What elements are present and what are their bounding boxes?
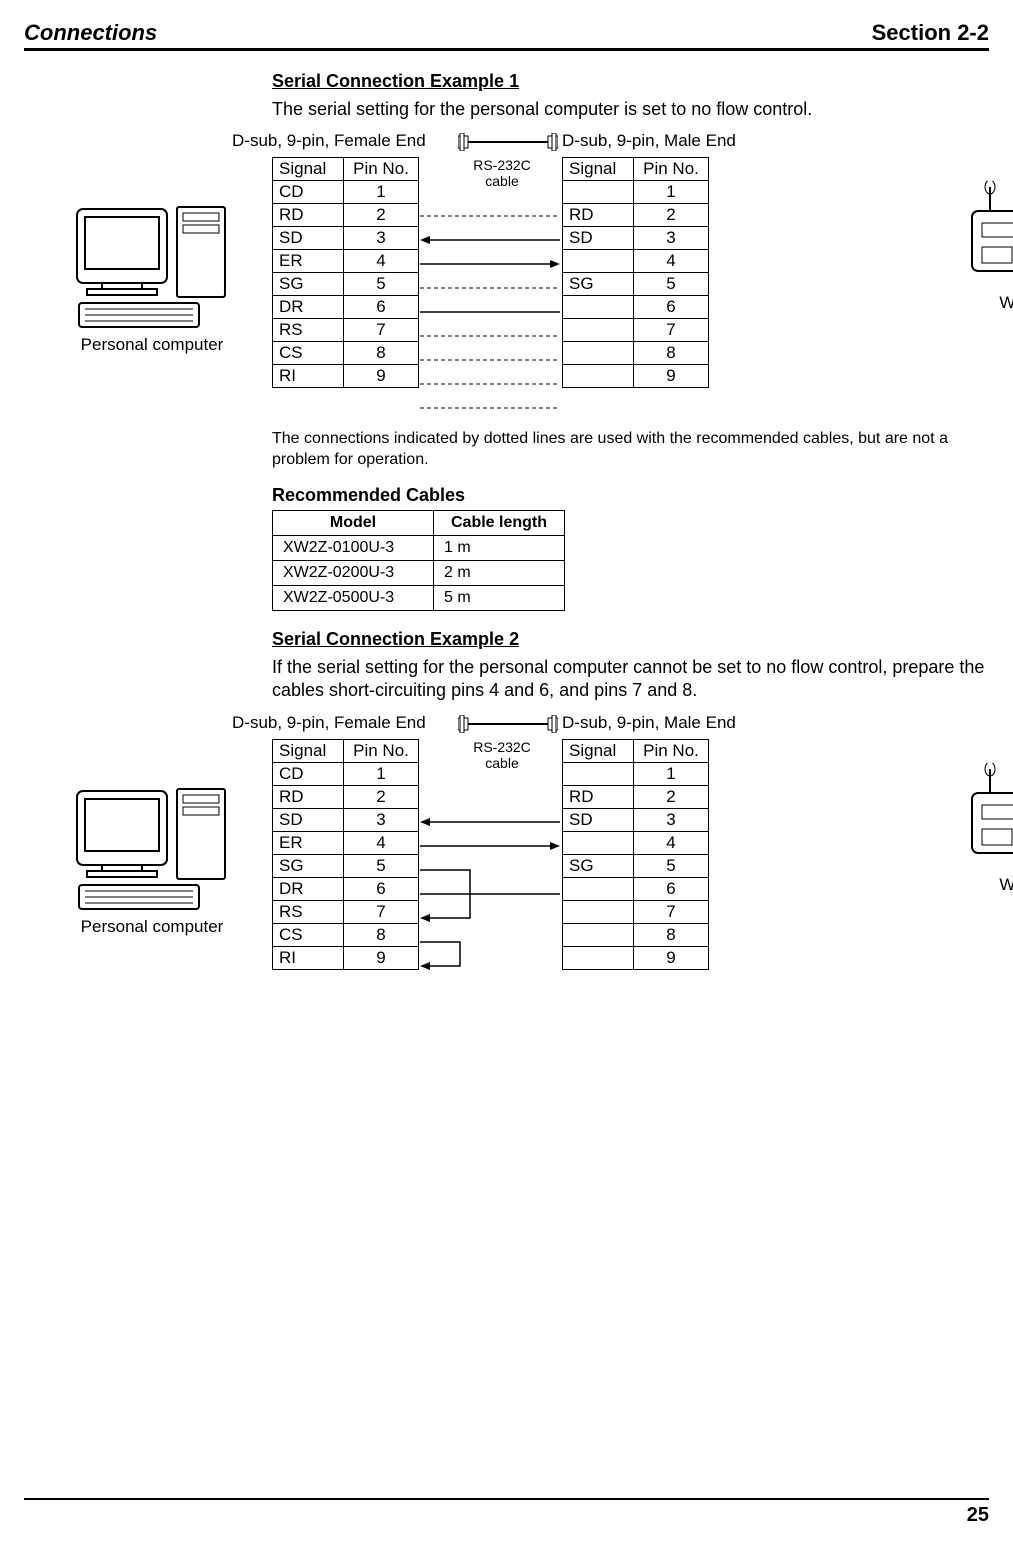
page-header: Connections Section 2-2 xyxy=(24,20,989,51)
example2-left-pin-table: SignalPin No. CD1 RD2 SD3 ER4 SG5 DR6 RS… xyxy=(272,739,419,970)
table-row: 8 xyxy=(563,342,709,365)
length-header: Cable length xyxy=(434,510,565,535)
signal-header: Signal xyxy=(563,739,634,762)
cable-connector-icon xyxy=(458,715,558,738)
page-number: 25 xyxy=(24,1498,989,1527)
table-row: 6 xyxy=(563,877,709,900)
table-row: DR6 xyxy=(273,296,419,319)
wt30-label: WT30 xyxy=(962,875,1013,895)
pin-header: Pin No. xyxy=(344,739,419,762)
pc-icon xyxy=(67,201,237,331)
table-row: XW2Z-0200U-32 m xyxy=(273,560,565,585)
example2-diagram: Personal computer WT30 D-sub, 9-pin, Fem… xyxy=(272,713,989,1003)
example1-title: Serial Connection Example 1 xyxy=(272,71,989,92)
signal-header: Signal xyxy=(273,739,344,762)
table-row: ER4 xyxy=(273,831,419,854)
table-row: SD3 xyxy=(273,227,419,250)
table-row: RS7 xyxy=(273,900,419,923)
example2-wiring-icon xyxy=(420,762,560,992)
wt30-icon xyxy=(962,181,1013,291)
table-row: 4 xyxy=(563,831,709,854)
table-row: RI9 xyxy=(273,365,419,388)
example2-right-pin-table: SignalPin No. 1 RD2 SD3 4 SG5 6 7 8 9 xyxy=(562,739,709,970)
example1-wiring-icon xyxy=(420,180,560,410)
table-row: 1 xyxy=(563,181,709,204)
table-row: 1 xyxy=(563,762,709,785)
personal-computer-illustration: Personal computer xyxy=(52,201,252,355)
header-right: Section 2-2 xyxy=(872,20,989,46)
table-row: SD3 xyxy=(563,227,709,250)
pc-icon xyxy=(67,783,237,913)
table-row: RI9 xyxy=(273,946,419,969)
table-row: 7 xyxy=(563,900,709,923)
table-row: CD1 xyxy=(273,181,419,204)
table-row: RD2 xyxy=(563,204,709,227)
model-header: Model xyxy=(273,510,434,535)
male-end-label: D-sub, 9-pin, Male End xyxy=(562,131,736,151)
table-row: CS8 xyxy=(273,923,419,946)
table-row: 9 xyxy=(563,946,709,969)
header-left: Connections xyxy=(24,20,157,46)
wt30-label: WT30 xyxy=(962,293,1013,313)
table-row: XW2Z-0100U-31 m xyxy=(273,535,565,560)
pin-header: Pin No. xyxy=(634,739,709,762)
wt30-icon xyxy=(962,763,1013,873)
example2-title: Serial Connection Example 2 xyxy=(272,629,989,650)
table-row: 9 xyxy=(563,365,709,388)
table-row: RD2 xyxy=(563,785,709,808)
table-row: RS7 xyxy=(273,319,419,342)
example1-body: The serial setting for the personal comp… xyxy=(272,98,989,121)
example1-diagram: Personal computer WT30 D-sub, 9-pin, Fem… xyxy=(272,131,989,421)
table-row: 7 xyxy=(563,319,709,342)
male-end-label: D-sub, 9-pin, Male End xyxy=(562,713,736,733)
pc-label: Personal computer xyxy=(52,917,252,937)
pin-header: Pin No. xyxy=(634,158,709,181)
table-row: DR6 xyxy=(273,877,419,900)
recommended-cables-table: Model Cable length XW2Z-0100U-31 m XW2Z-… xyxy=(272,510,565,611)
wt30-illustration: WT30 xyxy=(962,763,1013,895)
table-row: RD2 xyxy=(273,204,419,227)
table-row: 4 xyxy=(563,250,709,273)
example1-footnote: The connections indicated by dotted line… xyxy=(272,429,989,471)
table-row: CD1 xyxy=(273,762,419,785)
table-row: SG5 xyxy=(273,854,419,877)
female-end-label: D-sub, 9-pin, Female End xyxy=(232,131,426,151)
example2-body: If the serial setting for the personal c… xyxy=(272,656,989,703)
personal-computer-illustration: Personal computer xyxy=(52,783,252,937)
table-row: 8 xyxy=(563,923,709,946)
cable-connector-icon xyxy=(458,133,558,156)
pc-label: Personal computer xyxy=(52,335,252,355)
table-row: SG5 xyxy=(273,273,419,296)
example1-left-pin-table: SignalPin No. CD1 RD2 SD3 ER4 SG5 DR6 RS… xyxy=(272,157,419,388)
table-row: ER4 xyxy=(273,250,419,273)
table-row: RD2 xyxy=(273,785,419,808)
table-row: XW2Z-0500U-35 m xyxy=(273,585,565,610)
table-row: SD3 xyxy=(273,808,419,831)
recommended-cables-heading: Recommended Cables xyxy=(272,485,989,506)
wt30-illustration: WT30 xyxy=(962,181,1013,313)
signal-header: Signal xyxy=(563,158,634,181)
table-row: SG5 xyxy=(563,273,709,296)
table-row: 6 xyxy=(563,296,709,319)
example1-right-pin-table: SignalPin No. 1 RD2 SD3 4 SG5 6 7 8 9 xyxy=(562,157,709,388)
table-row: CS8 xyxy=(273,342,419,365)
table-row: SD3 xyxy=(563,808,709,831)
pin-header: Pin No. xyxy=(344,158,419,181)
female-end-label: D-sub, 9-pin, Female End xyxy=(232,713,426,733)
table-row: SG5 xyxy=(563,854,709,877)
signal-header: Signal xyxy=(273,158,344,181)
